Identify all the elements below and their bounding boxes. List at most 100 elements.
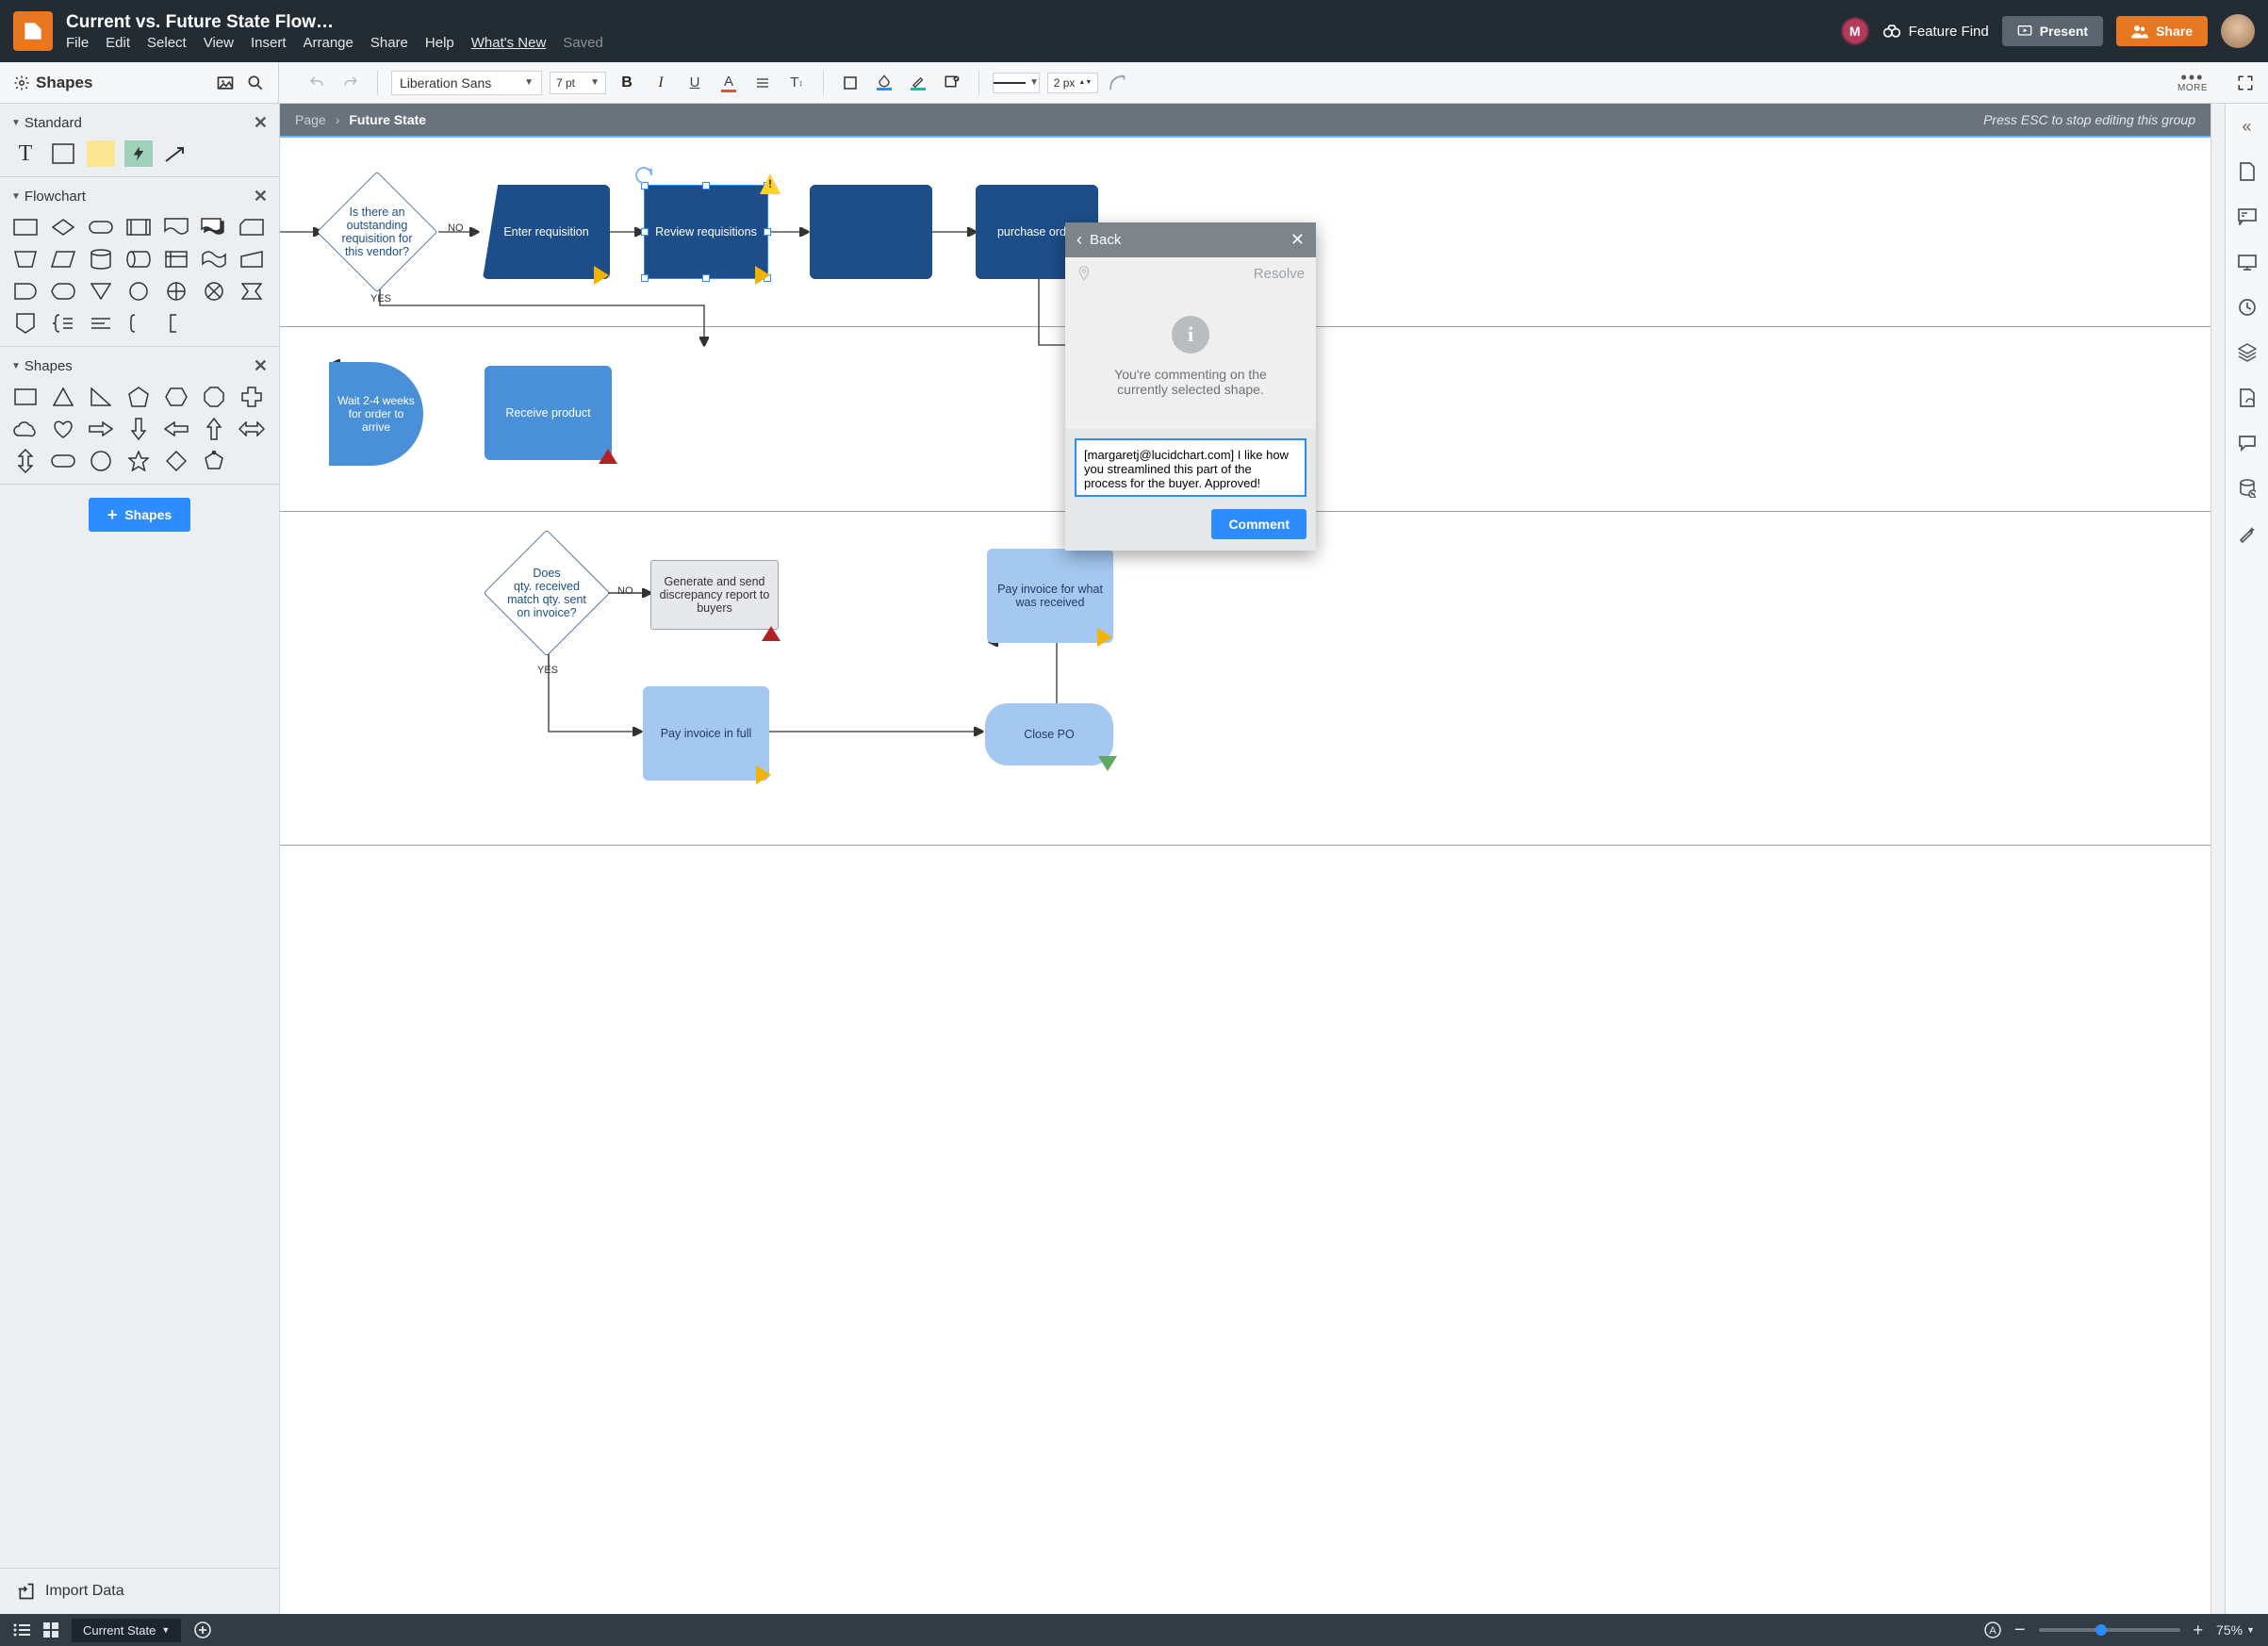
gear-icon[interactable]	[13, 74, 30, 91]
sh-pill[interactable]	[49, 448, 77, 474]
page-tab-select[interactable]: Current State ▼	[72, 1619, 181, 1642]
zoom-in-button[interactable]: +	[2194, 1621, 2204, 1640]
fc-merge[interactable]	[87, 278, 115, 305]
user-avatar[interactable]	[2221, 14, 2255, 48]
font-size-select[interactable]: 7 pt ▼	[550, 72, 606, 94]
fc-delay[interactable]	[11, 278, 40, 305]
underline-button[interactable]: U	[682, 70, 708, 96]
sh-cloud[interactable]	[11, 416, 40, 442]
fc-summing[interactable]	[162, 278, 190, 305]
fc-predefined[interactable]	[124, 214, 153, 240]
sh-circle[interactable]	[87, 448, 115, 474]
sticky-shape[interactable]	[87, 140, 115, 167]
search-icon[interactable]	[246, 74, 265, 92]
menu-help[interactable]: Help	[425, 35, 454, 51]
discrepancy-box[interactable]: Generate and send discrepancy report to …	[650, 560, 779, 630]
enter-requisition-box[interactable]: Enter requisition	[483, 185, 610, 279]
text-color-button[interactable]: A	[715, 70, 742, 96]
line-end-button[interactable]	[1106, 70, 1132, 96]
accessibility-icon[interactable]: A	[1984, 1621, 2001, 1638]
resolve-button[interactable]: Resolve	[1254, 266, 1305, 282]
vertical-scrollbar[interactable]	[2210, 104, 2225, 1614]
chevron-down-icon[interactable]: ▼	[11, 361, 21, 371]
fc-data[interactable]	[49, 246, 77, 272]
comments-icon[interactable]	[2236, 206, 2259, 228]
sh-right-tri[interactable]	[87, 384, 115, 410]
close-icon[interactable]: ✕	[1290, 230, 1305, 250]
magic-icon[interactable]	[2236, 522, 2259, 545]
sh-rect[interactable]	[11, 384, 40, 410]
fc-database[interactable]	[87, 246, 115, 272]
import-data-button[interactable]: Import Data	[0, 1568, 279, 1614]
add-shapes-button[interactable]: + Shapes	[89, 498, 190, 532]
fc-manual-op[interactable]	[11, 246, 40, 272]
bolt-shape[interactable]	[124, 140, 153, 167]
sh-heart[interactable]	[49, 416, 77, 442]
close-icon[interactable]: ✕	[254, 113, 268, 133]
text-transform-button[interactable]: T↕	[783, 70, 810, 96]
breadcrumb-page-label[interactable]: Page	[295, 112, 326, 127]
pay-received-box[interactable]: Pay invoice for what was received	[987, 549, 1113, 643]
fill-color-button[interactable]	[871, 70, 897, 96]
undo-button[interactable]	[304, 70, 330, 96]
fullscreen-button[interactable]	[2232, 70, 2259, 96]
close-po-box[interactable]: Close PO	[985, 703, 1113, 765]
fc-connector[interactable]	[124, 278, 153, 305]
redo-button[interactable]	[337, 70, 364, 96]
menu-edit[interactable]: Edit	[106, 35, 130, 51]
sh-arrow-updown[interactable]	[11, 448, 40, 474]
history-icon[interactable]	[2236, 296, 2259, 319]
close-icon[interactable]: ✕	[254, 356, 268, 376]
fc-papertape[interactable]	[200, 246, 228, 272]
zoom-slider[interactable]	[2039, 1628, 2180, 1632]
fc-directdata[interactable]	[124, 246, 153, 272]
blank-box[interactable]	[810, 185, 932, 279]
sh-arrow-up[interactable]	[200, 416, 228, 442]
chevron-down-icon[interactable]: ▼	[11, 191, 21, 202]
sh-arrow-down[interactable]	[124, 416, 153, 442]
document-title[interactable]: Current vs. Future State Flow…	[66, 12, 603, 33]
menu-share[interactable]: Share	[370, 35, 408, 51]
comment-input[interactable]	[1075, 438, 1307, 497]
more-tools-button[interactable]: ••• MORE	[2178, 73, 2208, 93]
fc-display[interactable]	[49, 278, 77, 305]
text-shape[interactable]: T	[11, 140, 40, 167]
feature-find-button[interactable]: Feature Find	[1882, 22, 1989, 41]
sh-star[interactable]	[124, 448, 153, 474]
share-button[interactable]: Share	[2116, 16, 2208, 46]
italic-button[interactable]: I	[648, 70, 674, 96]
page-icon[interactable]	[2236, 160, 2259, 183]
zoom-percentage[interactable]: 75%▼	[2216, 1622, 2255, 1638]
fc-manual-input[interactable]	[238, 246, 266, 272]
decision-qty[interactable]: Does qty. received match qty. sent on in…	[485, 531, 609, 655]
section-shapes-label[interactable]: Shapes	[25, 358, 73, 374]
sh-arrow-left[interactable]	[162, 416, 190, 442]
fc-collate[interactable]	[238, 278, 266, 305]
close-icon[interactable]: ✕	[254, 187, 268, 206]
arrow-shape[interactable]	[162, 140, 190, 167]
present-button[interactable]: Present	[2002, 16, 2103, 46]
fc-multidoc[interactable]	[200, 214, 228, 240]
chevron-left-icon[interactable]: ‹	[1076, 230, 1082, 250]
fc-offpage[interactable]	[11, 310, 40, 337]
bold-button[interactable]: B	[614, 70, 640, 96]
sh-diamond-outline[interactable]	[162, 448, 190, 474]
rect-shape[interactable]	[49, 140, 77, 167]
menu-insert[interactable]: Insert	[251, 35, 287, 51]
app-logo[interactable]	[13, 11, 53, 51]
zoom-out-button[interactable]: −	[2014, 1620, 2026, 1641]
fc-process[interactable]	[11, 214, 40, 240]
layers-icon[interactable]	[2236, 341, 2259, 364]
grid-view-icon[interactable]	[43, 1622, 58, 1638]
font-family-select[interactable]: Liberation Sans ▼	[391, 71, 542, 95]
review-requisitions-box[interactable]: Review requisitions	[644, 185, 768, 279]
align-button[interactable]	[749, 70, 776, 96]
sh-poly[interactable]	[200, 448, 228, 474]
image-icon[interactable]	[216, 74, 235, 92]
shape-options-button[interactable]	[939, 70, 965, 96]
menu-whats-new[interactable]: What's New	[471, 35, 547, 51]
menu-select[interactable]: Select	[147, 35, 187, 51]
fc-document[interactable]	[162, 214, 190, 240]
rotate-handle-icon[interactable]	[634, 166, 653, 187]
fc-or[interactable]	[200, 278, 228, 305]
